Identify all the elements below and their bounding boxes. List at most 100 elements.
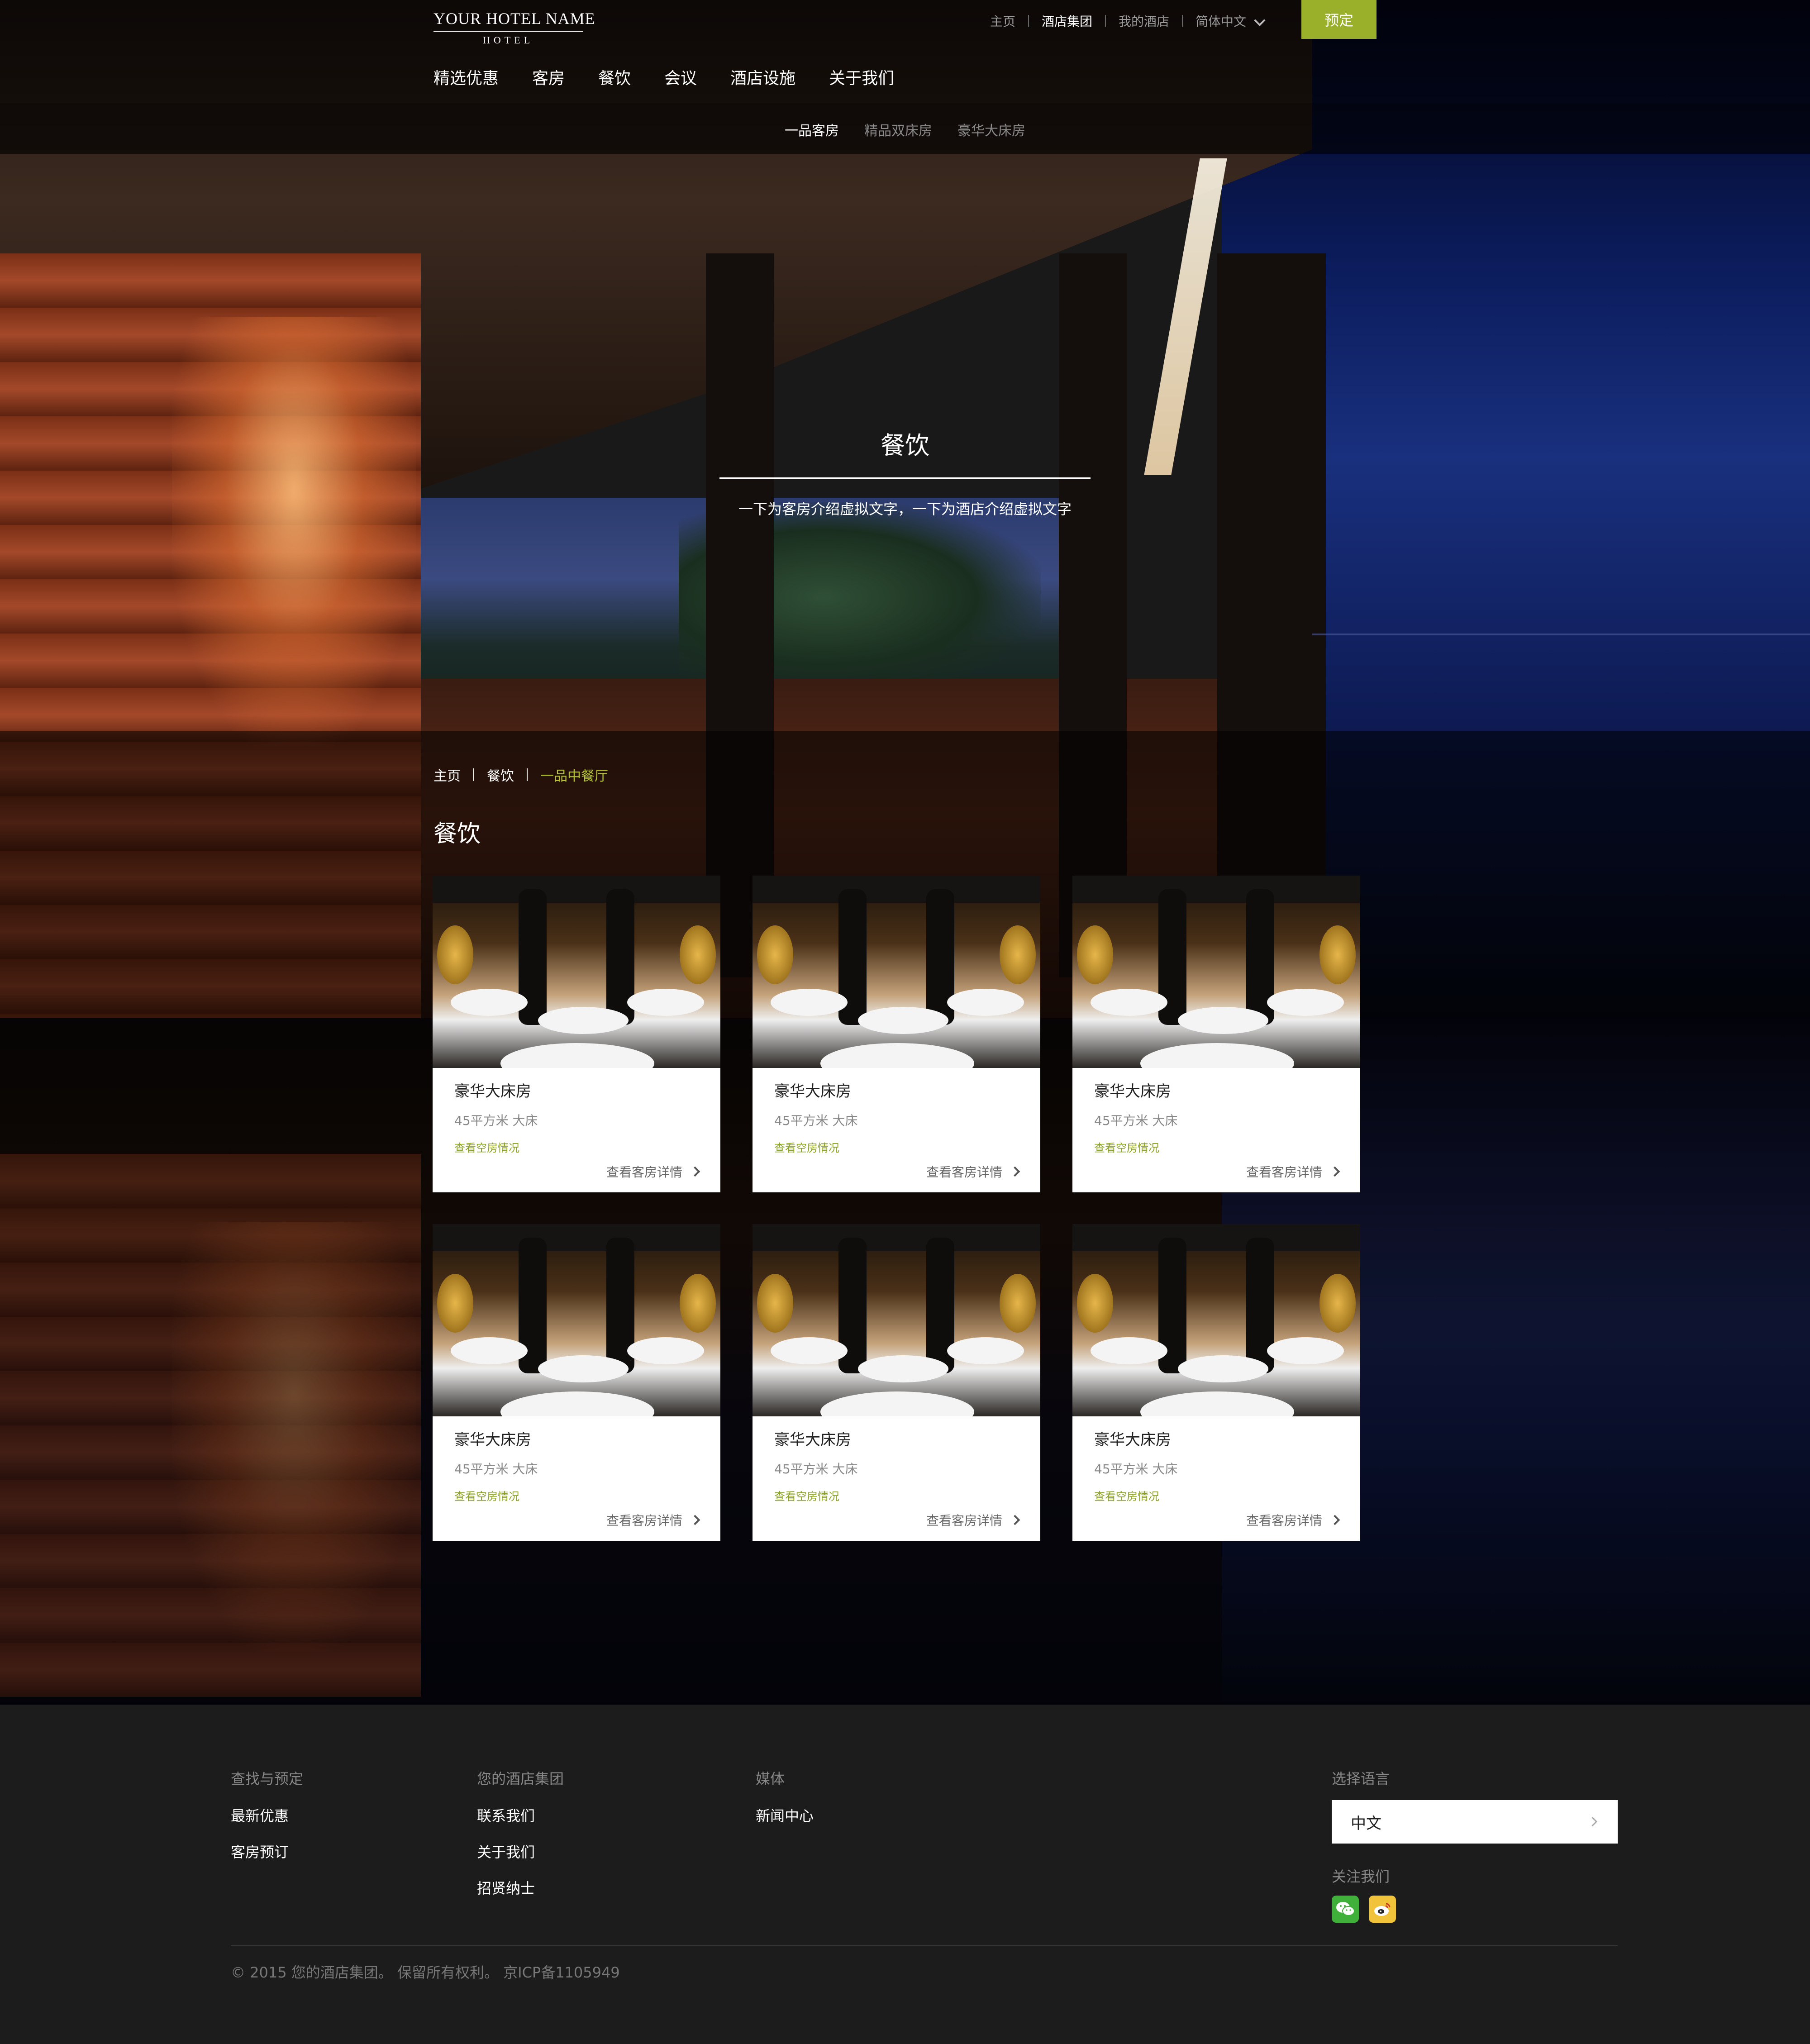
copyright: © 2015 您的酒店集团。 保留所有权利。 京ICP备1105949 xyxy=(231,1964,620,1981)
footer-link[interactable]: 新闻中心 xyxy=(756,1805,814,1825)
footer-link[interactable]: 关于我们 xyxy=(477,1841,564,1862)
footer-link[interactable]: 最新优惠 xyxy=(231,1805,303,1825)
chevron-right-icon xyxy=(1587,1816,1598,1827)
nav-rooms[interactable]: 客房 xyxy=(532,65,565,89)
chevron-right-icon xyxy=(1010,1166,1020,1177)
room-card[interactable]: 豪华大床房 45平方米 大床 查看空房情况 查看客房详情 xyxy=(753,1224,1040,1541)
restaurant-photo xyxy=(1072,1224,1360,1416)
check-availability-link[interactable]: 查看空房情况 xyxy=(454,1487,699,1503)
view-details-link[interactable]: 查看客房详情 xyxy=(1246,1163,1340,1181)
footer-heading: 媒体 xyxy=(756,1770,785,1787)
room-card[interactable]: 豪华大床房 45平方米 大床 查看空房情况 查看客房详情 xyxy=(433,1224,720,1541)
check-availability-link[interactable]: 查看空房情况 xyxy=(454,1139,699,1155)
nav-dining[interactable]: 餐饮 xyxy=(598,65,631,89)
hero-description: 一下为客房介绍虚拟文字，一下为酒店介绍虚拟文字 xyxy=(738,500,1072,518)
view-details-link[interactable]: 查看客房详情 xyxy=(926,1163,1020,1181)
restaurant-photo xyxy=(753,1224,1040,1416)
nav-facilities[interactable]: 酒店设施 xyxy=(730,65,795,89)
book-button[interactable]: 预定 xyxy=(1301,0,1377,39)
card-meta: 45平方米 大床 xyxy=(774,1462,858,1477)
language-select[interactable]: 中文 xyxy=(1332,1800,1618,1844)
section-heading: 餐饮 xyxy=(433,820,481,848)
sub-nav: 一品客房 精品双床房 豪华大床房 xyxy=(0,119,1810,139)
view-details-label: 查看客房详情 xyxy=(1246,1513,1322,1528)
hero-title: 餐饮 xyxy=(881,431,929,460)
subnav-item-3[interactable]: 豪华大床房 xyxy=(957,119,1025,139)
card-meta: 45平方米 大床 xyxy=(454,1113,538,1128)
view-details-label: 查看客房详情 xyxy=(926,1165,1002,1180)
follow-us-label: 关注我们 xyxy=(1332,1868,1390,1885)
card-meta: 45平方米 大床 xyxy=(454,1462,538,1477)
room-card[interactable]: 豪华大床房 45平方米 大床 查看空房情况 查看客房详情 xyxy=(433,876,720,1192)
footer-col-media: 媒体 新闻中心 xyxy=(756,1768,814,1841)
hotel-logo[interactable]: YOUR HOTEL NAME HOTEL xyxy=(433,9,595,46)
footer-heading: 选择语言 xyxy=(1332,1770,1390,1787)
footer-col-booking: 查找与预定 最新优惠 客房预订 xyxy=(231,1768,303,1877)
card-title: 豪华大床房 xyxy=(774,1431,851,1449)
footer-link[interactable]: 联系我们 xyxy=(477,1805,564,1825)
card-title: 豪华大床房 xyxy=(1094,1431,1171,1449)
card-title: 豪华大床房 xyxy=(454,1431,531,1449)
hero-divider xyxy=(719,477,1091,479)
room-card[interactable]: 豪华大床房 45平方米 大床 查看空房情况 查看客房详情 xyxy=(1072,1224,1360,1541)
room-card[interactable]: 豪华大床房 45平方米 大床 查看空房情况 查看客房详情 xyxy=(1072,876,1360,1192)
view-details-link[interactable]: 查看客房详情 xyxy=(606,1511,700,1529)
footer-col-group: 您的酒店集团 联系我们 关于我们 招贤纳士 xyxy=(477,1768,564,1913)
nav-about[interactable]: 关于我们 xyxy=(829,65,894,89)
breadcrumb: 主页 餐饮 一品中餐厅 xyxy=(433,765,608,785)
chevron-right-icon xyxy=(1010,1515,1020,1525)
language-dropdown-label: 简体中文 xyxy=(1196,14,1247,29)
chevron-right-icon xyxy=(690,1515,700,1525)
logo-subtitle: HOTEL xyxy=(482,34,534,46)
check-availability-link[interactable]: 查看空房情况 xyxy=(774,1139,1019,1155)
chevron-right-icon xyxy=(1329,1515,1340,1525)
card-grid: 豪华大床房 45平方米 大床 查看空房情况 查看客房详情 豪华大床房 45平方米… xyxy=(433,876,1360,1541)
weibo-icon[interactable] xyxy=(1369,1896,1396,1923)
view-details-label: 查看客房详情 xyxy=(606,1513,682,1528)
restaurant-photo xyxy=(753,876,1040,1068)
chevron-right-icon xyxy=(690,1166,700,1177)
language-dropdown[interactable]: 简体中文 xyxy=(1183,12,1275,30)
subnav-item-1[interactable]: 一品客房 xyxy=(785,119,839,139)
footer-divider xyxy=(231,1945,1618,1946)
logo-name: YOUR HOTEL NAME xyxy=(433,10,595,28)
room-card[interactable]: 豪华大床房 45平方米 大床 查看空房情况 查看客房详情 xyxy=(753,876,1040,1192)
footer-heading: 您的酒店集团 xyxy=(477,1770,564,1787)
check-availability-link[interactable]: 查看空房情况 xyxy=(1094,1139,1338,1155)
wechat-icon[interactable] xyxy=(1332,1896,1359,1923)
footer-col-language: 选择语言 xyxy=(1332,1768,1390,1805)
language-select-value: 中文 xyxy=(1351,1814,1381,1833)
footer-link[interactable]: 招贤纳士 xyxy=(477,1877,564,1898)
utility-nav: 主页 酒店集团 我的酒店 简体中文 xyxy=(977,12,1275,30)
view-details-label: 查看客房详情 xyxy=(606,1165,682,1180)
check-availability-link[interactable]: 查看空房情况 xyxy=(1094,1487,1338,1503)
nav-meetings[interactable]: 会议 xyxy=(664,65,697,89)
breadcrumb-current: 一品中餐厅 xyxy=(540,768,608,784)
card-meta: 45平方米 大床 xyxy=(1094,1113,1178,1128)
check-availability-link[interactable]: 查看空房情况 xyxy=(774,1487,1019,1503)
card-meta: 45平方米 大床 xyxy=(1094,1462,1178,1477)
breadcrumb-home[interactable]: 主页 xyxy=(433,765,461,785)
restaurant-photo xyxy=(433,876,720,1068)
nav-offers[interactable]: 精选优惠 xyxy=(433,65,499,89)
util-link-my-hotel[interactable]: 我的酒店 xyxy=(1106,12,1182,30)
footer-link[interactable]: 客房预订 xyxy=(231,1841,303,1862)
view-details-label: 查看客房详情 xyxy=(926,1513,1002,1528)
util-link-home[interactable]: 主页 xyxy=(977,12,1028,30)
subnav-item-2[interactable]: 精品双床房 xyxy=(864,119,932,139)
card-title: 豪华大床房 xyxy=(454,1082,531,1101)
chevron-down-icon xyxy=(1254,14,1266,26)
chevron-right-icon xyxy=(1329,1166,1340,1177)
view-details-link[interactable]: 查看客房详情 xyxy=(1246,1511,1340,1529)
restaurant-photo xyxy=(433,1224,720,1416)
breadcrumb-dining[interactable]: 餐饮 xyxy=(487,765,514,785)
footer-heading: 查找与预定 xyxy=(231,1770,304,1787)
util-link-hotel-group[interactable]: 酒店集团 xyxy=(1029,12,1105,30)
main-nav: 精选优惠 客房 餐饮 会议 酒店设施 关于我们 xyxy=(433,65,928,89)
view-details-link[interactable]: 查看客房详情 xyxy=(606,1163,700,1181)
restaurant-photo xyxy=(1072,876,1360,1068)
view-details-link[interactable]: 查看客房详情 xyxy=(926,1511,1020,1529)
card-title: 豪华大床房 xyxy=(774,1082,851,1101)
card-meta: 45平方米 大床 xyxy=(774,1113,858,1128)
card-title: 豪华大床房 xyxy=(1094,1082,1171,1101)
